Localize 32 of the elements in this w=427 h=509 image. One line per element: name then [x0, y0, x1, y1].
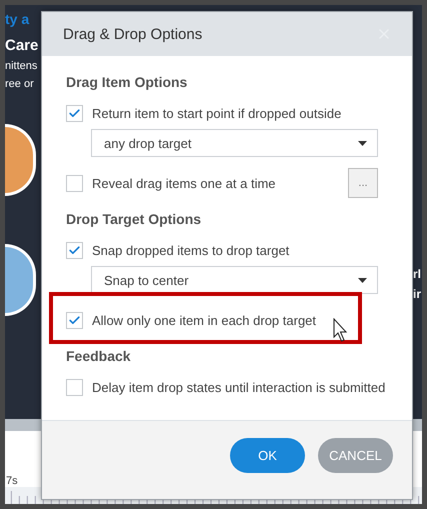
section-heading: Drag Item Options — [66, 73, 188, 92]
ok-button[interactable]: OK — [230, 438, 305, 473]
checkbox-label: Delay item drop states until interaction is submitted — [92, 380, 386, 394]
checkbox-label: Reveal drag items one at a time — [92, 176, 276, 190]
checkbox[interactable] — [66, 104, 83, 122]
checkbox[interactable] — [66, 174, 83, 192]
timeline-label: 7s — [5, 475, 18, 488]
slide-text: rl — [413, 266, 422, 283]
check-icon — [68, 314, 81, 326]
slide-text: ir — [413, 286, 422, 303]
dialog-title: Drag & Drop Options — [63, 26, 202, 42]
checkbox[interactable] — [66, 242, 83, 258]
dropdown[interactable]: Snap to center — [91, 266, 378, 294]
more-options-button[interactable]: ... — [348, 168, 378, 198]
checkbox-label: Allow only one item in each drop target — [92, 312, 316, 328]
mouse-pointer-icon — [333, 318, 350, 342]
section-heading: Drop Target Options — [66, 210, 202, 229]
check-icon — [68, 244, 81, 256]
section-heading: Feedback — [66, 347, 131, 366]
slide-text: Care — [5, 37, 38, 54]
slide-text: ree or — [5, 78, 34, 90]
caret-icon — [358, 278, 367, 282]
cancel-button[interactable]: CANCEL — [318, 438, 393, 473]
checkbox-label: Snap dropped items to drop target — [92, 242, 290, 258]
check-icon — [68, 106, 81, 120]
slide-text: ty a — [5, 11, 30, 27]
slide-text: nittens — [5, 60, 38, 72]
dropdown[interactable]: any drop target — [91, 129, 378, 157]
checkbox[interactable] — [66, 312, 83, 328]
caret-icon — [358, 140, 367, 146]
checkbox-label: Return item to start point if dropped outside — [92, 106, 342, 120]
checkbox[interactable] — [66, 378, 83, 396]
